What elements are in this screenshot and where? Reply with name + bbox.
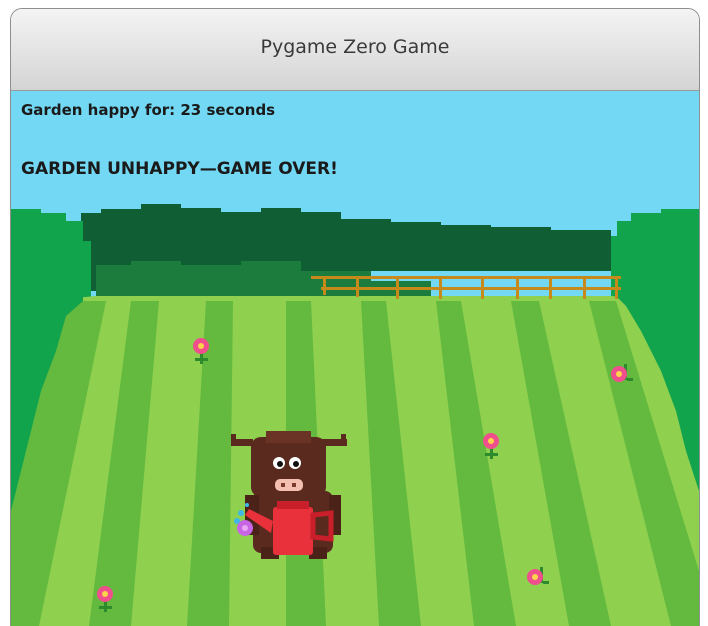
bush-right	[611, 209, 699, 301]
window-titlebar[interactable]: Pygame Zero Game	[11, 9, 699, 91]
game-canvas[interactable]: Garden happy for: 23 seconds GARDEN UNHA…	[11, 91, 699, 626]
flower	[193, 338, 209, 364]
happy-timer-text: Garden happy for: 23 seconds	[21, 101, 276, 119]
game-window: Pygame Zero Game Garden happy for: 23 se…	[10, 8, 700, 626]
flower	[97, 586, 113, 612]
bush-left	[11, 209, 91, 301]
window-title: Pygame Zero Game	[260, 35, 450, 58]
game-over-text: GARDEN UNHAPPY—GAME OVER!	[21, 159, 338, 179]
flower	[483, 433, 499, 459]
